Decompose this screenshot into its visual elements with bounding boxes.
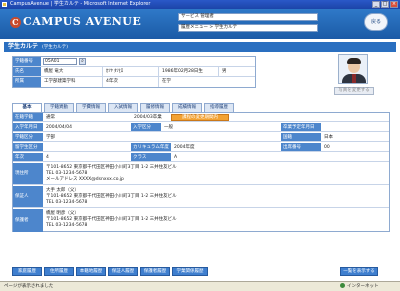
class-value: A [174, 155, 178, 160]
grad-year-label: 卒業予定年月日 [281, 123, 321, 131]
gender: 男 [222, 69, 227, 74]
tab-tuition[interactable]: 学費情報 [76, 103, 106, 112]
tab-registry-change[interactable]: 学籍異動 [44, 103, 74, 112]
birth-date: 1986年02月28日生 [159, 67, 219, 76]
status-bar: ページが表示されました インターネット [0, 281, 400, 291]
study-row: 留学生区分 カリキュラム年度 2004年度 出席番号 00 [13, 143, 389, 152]
close-icon[interactable]: × [390, 1, 398, 8]
service-name-field: サービス 管理者 [178, 13, 318, 21]
curriculum-value: 2004年度 [174, 145, 195, 150]
entrance-type-label: 入学区分 [131, 123, 161, 131]
student-no-label: 学籍番号 [13, 57, 41, 66]
enroll-course-value: 通常 [46, 115, 55, 120]
minimize-icon[interactable]: _ [372, 1, 380, 8]
app-icon [2, 2, 7, 7]
tab-basic[interactable]: 基本 [12, 103, 42, 112]
enroll-row: 在籍学籍 通常 2004/03卒業 課程の変更期間内 [13, 113, 389, 122]
guardian-history-button[interactable]: 保証人履歴 [108, 267, 138, 276]
student-no-input[interactable]: 05A01 [43, 58, 77, 65]
course-change-badge[interactable]: 課程の変更期間内 [171, 114, 229, 121]
window-controls: _ □ × [372, 1, 398, 8]
history-buttons: 家庭履歴 住所履歴 本籍地履歴 保証人履歴 保護者履歴 学業関係履歴 [12, 267, 208, 276]
student-no-row: 学籍番号 05A01 ⌕ [13, 57, 255, 67]
list-view-button[interactable]: 一覧を表示する [340, 267, 378, 276]
name-value: 橋屋 竜大 [41, 67, 103, 76]
menu-path-field: 履歴メニュー > 学生カルテ [178, 24, 318, 32]
domicile-history-button[interactable]: 本籍地履歴 [76, 267, 106, 276]
entrance-type-value: 一般 [164, 125, 173, 130]
id-value: 00 [324, 145, 330, 150]
back-button[interactable]: 戻る [364, 13, 388, 31]
page-title: 学生カルテ (学生カルテ) [4, 42, 396, 52]
guardian-label: 保証人 [13, 186, 43, 207]
home-history-button[interactable]: 家庭履歴 [12, 267, 42, 276]
dept-row: 所属 工学部建築学科 4年次 在学 [13, 77, 255, 87]
study-value [43, 143, 131, 151]
tab-admission[interactable]: 入試情報 [108, 103, 138, 112]
parent-label: 保護者 [13, 209, 43, 232]
guardian-row: 保証人 大手 太郎（父） 〒101-8652 東京都千代田区神田小川町3丁目 1… [13, 186, 389, 208]
study-label: 留学生区分 [13, 143, 43, 151]
guardian-value: 大手 太郎（父） 〒101-8652 東京都千代田区神田小川町3丁目 1-2 三… [46, 188, 177, 205]
entrance-date-value: 2004/04/04 [46, 125, 72, 130]
school-row: 学籍区分 学部 国籍 日本 [13, 133, 389, 142]
enrollment-status: 在学 [162, 79, 171, 84]
student-profile: 学籍番号 05A01 ⌕ 氏名 橋屋 竜大 ｶﾂﾔ ﾀﾂﾋﾛ 1986年02月2… [12, 56, 256, 88]
parent-value: 橋屋 明彦（父） 〒101-8652 東京都千代田区神田小川町3丁目 1-2 三… [46, 211, 177, 228]
current-address-value: 〒101-8652 東京都千代田区神田小川町3丁目 1-2 三井住友ビル TEL… [46, 165, 177, 182]
window-titlebar: CampusAvenue | 学生カルテ - Microsoft Interne… [0, 0, 400, 9]
student-photo [338, 54, 368, 84]
basic-info-panel: 在籍学籍 通常 2004/03卒業 課程の変更期間内 入学年月日 2004/04… [12, 112, 390, 232]
dept-value: 工学部建築学科 [41, 77, 103, 87]
school-value: 学部 [46, 135, 55, 140]
logo-mark-icon: C [10, 16, 21, 28]
tab-guidance[interactable]: 指導履歴 [204, 103, 234, 112]
entrance-date-label: 入学年月日 [13, 123, 43, 131]
name-label: 氏名 [13, 67, 41, 76]
academic-history-button[interactable]: 学業関係履歴 [172, 267, 208, 276]
school-label: 学籍区分 [13, 133, 43, 141]
entrance-row: 入学年月日 2004/04/04 入学区分 一般 卒業予定年月日 [13, 123, 389, 132]
tab-grades[interactable]: 成績情報 [172, 103, 202, 112]
globe-icon [340, 283, 345, 288]
nationality-value: 日本 [324, 135, 333, 140]
zone-indicator: インターネット [340, 282, 379, 291]
status-text: ページが表示されました [4, 284, 54, 289]
detail-tabs: 基本 学籍異動 学費情報 入試情報 履修情報 成績情報 指導履歴 [12, 103, 234, 112]
change-photo-button[interactable]: 写真を変更する [334, 87, 374, 95]
address-history-button[interactable]: 住所履歴 [44, 267, 74, 276]
enroll-year-value: 2004/03卒業 [134, 115, 162, 120]
parent-history-button[interactable]: 保護者履歴 [140, 267, 170, 276]
name-row: 氏名 橋屋 竜大 ｶﾂﾔ ﾀﾂﾋﾛ 1986年02月28日生 男 [13, 67, 255, 77]
curriculum-label: カリキュラム年度 [131, 143, 171, 151]
tab-courses[interactable]: 履修情報 [140, 103, 170, 112]
class-label: クラス [131, 153, 171, 161]
dept-label: 所属 [13, 77, 41, 87]
app-header: C CAMPUS AVENUE サービス 管理者 履歴メニュー > 学生カルテ 戻… [0, 9, 400, 39]
campus-avenue-logo: C CAMPUS AVENUE [10, 15, 141, 28]
grade-row: 年次 4 クラス A [13, 153, 389, 162]
grade-label: 年次 [13, 153, 43, 161]
parent-row: 保護者 橋屋 明彦（父） 〒101-8652 東京都千代田区神田小川町3丁目 1… [13, 209, 389, 232]
window-title: CampusAvenue | 学生カルテ - Microsoft Interne… [10, 1, 151, 7]
current-address-label: 現住所 [13, 163, 43, 184]
name-reading: ｶﾂﾔ ﾀﾂﾋﾛ [103, 67, 159, 76]
search-icon[interactable]: ⌕ [79, 58, 86, 65]
current-address-row: 現住所 〒101-8652 東京都千代田区神田小川町3丁目 1-2 三井住友ビル… [13, 163, 389, 185]
enroll-course-label: 在籍学籍 [13, 113, 43, 121]
grade-number: 4 [46, 155, 49, 160]
maximize-icon[interactable]: □ [381, 1, 389, 8]
nationality-label: 国籍 [281, 133, 321, 141]
id-label: 出席番号 [281, 143, 321, 151]
grade-value: 4年次 [103, 77, 159, 87]
